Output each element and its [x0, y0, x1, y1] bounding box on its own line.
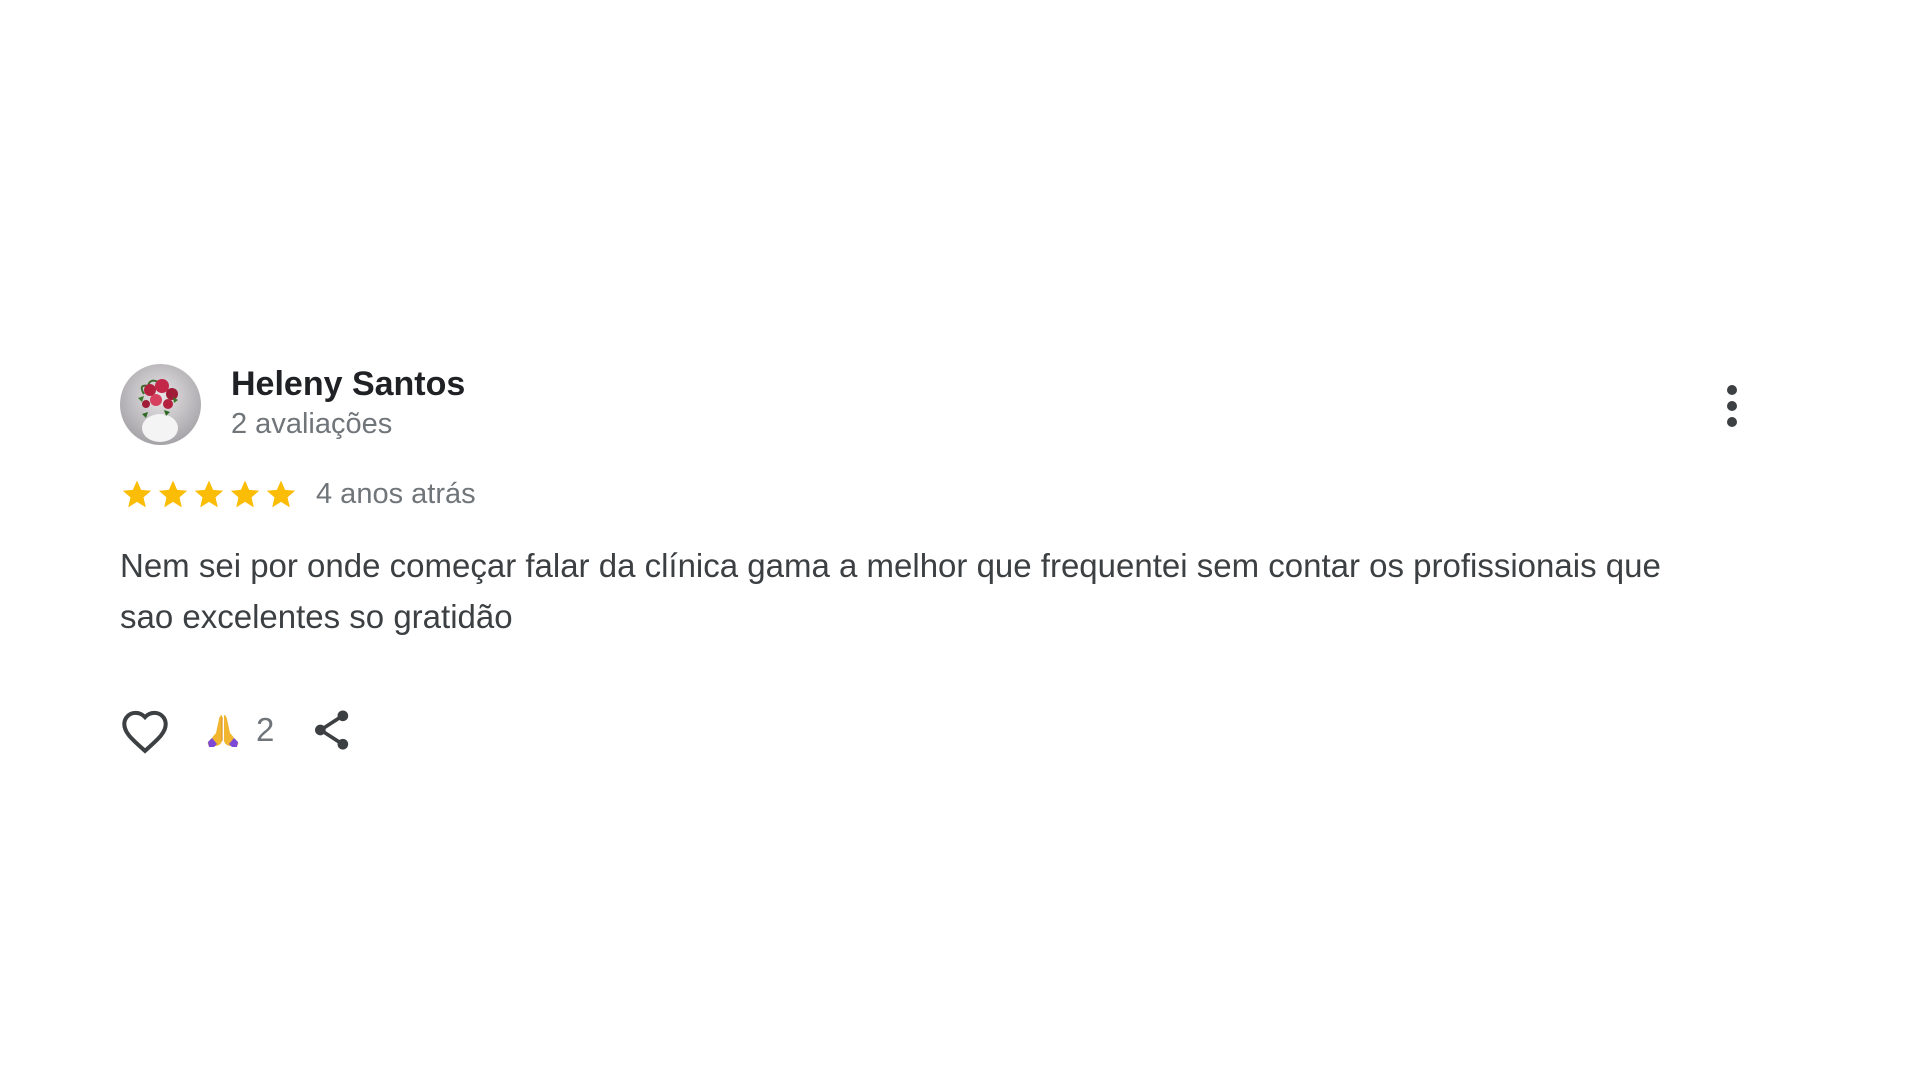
heart-outline-icon [122, 710, 168, 754]
like-button[interactable] [118, 704, 172, 756]
star-icon [266, 480, 296, 508]
star-icon [122, 480, 152, 508]
star-icon [194, 480, 224, 508]
more-options-button[interactable] [1710, 380, 1754, 432]
review-actions: 2 [120, 702, 1760, 758]
more-vert-icon [1727, 385, 1737, 427]
review-card: Heleny Santos 2 avaliações 4 anos atrás … [120, 364, 1760, 758]
review-date: 4 anos atrás [316, 478, 476, 510]
author-avatar[interactable] [120, 364, 201, 445]
review-text: Nem sei por onde começar falar da clínic… [120, 547, 1661, 635]
share-icon [315, 710, 349, 750]
star-icon [158, 480, 188, 508]
rating-row: 4 anos atrás [120, 474, 1760, 514]
avatar-flower-bouquet-photo [120, 364, 201, 445]
star-rating [120, 477, 298, 511]
reaction-button[interactable]: 2 [204, 710, 274, 750]
reaction-count: 2 [256, 711, 275, 748]
star-icon [230, 480, 260, 508]
share-button[interactable] [310, 705, 354, 755]
author-name[interactable]: Heleny Santos [231, 364, 465, 404]
author-review-count: 2 avaliações [231, 408, 393, 440]
folded-hands-emoji [207, 715, 239, 747]
review-header: Heleny Santos 2 avaliações [120, 364, 1760, 446]
